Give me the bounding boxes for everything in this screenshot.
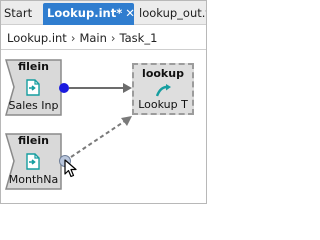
breadcrumb-item-lookup-int[interactable]: Lookup.int	[7, 31, 67, 45]
tab-lookup-int-label: Lookup.int*	[47, 6, 123, 20]
lookup-node[interactable]: lookup Lookup T	[132, 63, 194, 115]
node-label: MonthNa	[8, 173, 59, 186]
breadcrumb-separator: ›	[70, 31, 76, 45]
tab-lookup-int[interactable]: Lookup.int* ✕	[43, 3, 134, 25]
breadcrumb: Lookup.int › Main › Task_1	[1, 26, 206, 50]
tab-bar: Start Lookup.int* ✕ lookup_out.t	[1, 1, 207, 25]
tab-start[interactable]: Start	[1, 3, 42, 25]
file-input-icon	[26, 79, 40, 96]
filein-node-monthname[interactable]: filein MonthNa	[5, 133, 62, 190]
editor-window: Start Lookup.int* ✕ lookup_out.t Lookup.i…	[0, 0, 207, 204]
tab-lookup-out-label: lookup_out.t	[139, 6, 207, 20]
file-input-icon	[26, 153, 40, 170]
breadcrumb-item-task[interactable]: Task_1	[120, 31, 158, 45]
output-port[interactable]	[59, 83, 69, 93]
arrow-head-icon	[121, 116, 132, 126]
mouse-pointer-icon	[64, 159, 77, 178]
dashed-link-preview	[70, 120, 126, 158]
breadcrumb-item-main[interactable]: Main	[79, 31, 106, 45]
tab-start-label: Start	[4, 6, 33, 20]
node-title: filein	[18, 60, 49, 73]
tab-lookup-out[interactable]: lookup_out.t	[136, 3, 207, 25]
node-label: Sales Inp	[8, 99, 59, 112]
filein-node-sales-input[interactable]: filein Sales Inp	[5, 59, 62, 116]
node-title: filein	[18, 134, 49, 147]
node-label: Lookup T	[138, 98, 188, 111]
flow-canvas[interactable]: filein Sales Inp filein MonthNa lookup L…	[1, 51, 206, 203]
breadcrumb-separator: ›	[110, 31, 116, 45]
node-title: lookup	[142, 67, 184, 80]
close-icon[interactable]: ✕	[125, 3, 134, 23]
lookup-transform-icon	[156, 84, 171, 97]
arrow-head-icon	[123, 83, 132, 93]
